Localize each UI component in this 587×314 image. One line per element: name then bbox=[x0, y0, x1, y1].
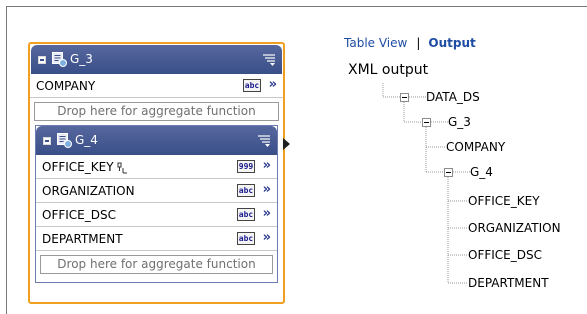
tree-node-g3[interactable]: G_3 bbox=[448, 115, 471, 129]
tree-collapse-icon[interactable] bbox=[400, 93, 409, 102]
tree-node-department[interactable]: DEPARTMENT bbox=[468, 276, 549, 290]
tree-collapse-icon[interactable] bbox=[444, 168, 453, 177]
tree-collapse-icon[interactable] bbox=[422, 118, 431, 127]
tree-node-organization[interactable]: ORGANIZATION bbox=[468, 221, 561, 235]
tree-node-company[interactable]: COMPANY bbox=[446, 140, 505, 154]
tree-node-office-dsc[interactable]: OFFICE_DSC bbox=[468, 248, 542, 262]
tree-node-g4[interactable]: G_4 bbox=[470, 165, 493, 179]
tree-node-root[interactable]: DATA_DS bbox=[426, 90, 480, 104]
tree-node-office-key[interactable]: OFFICE_KEY bbox=[468, 194, 540, 208]
tree-connector-lines bbox=[382, 83, 470, 284]
